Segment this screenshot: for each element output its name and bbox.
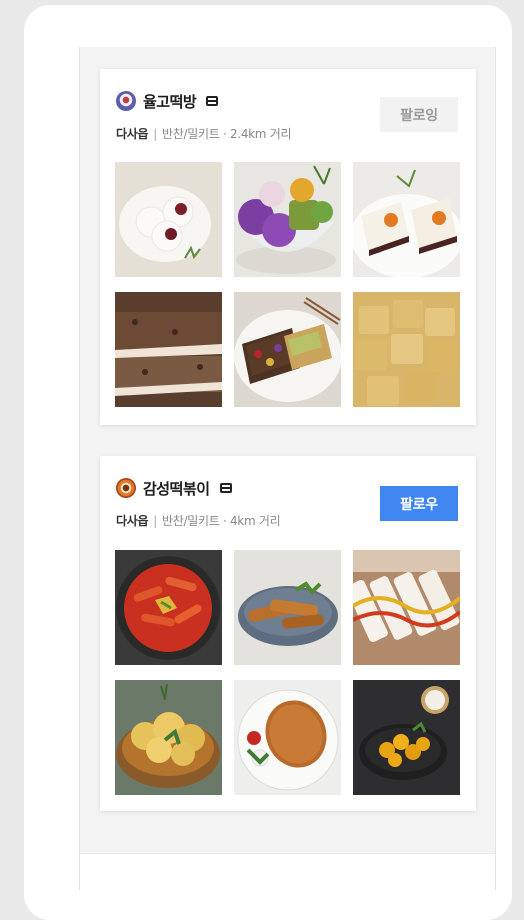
- store-header: 감성떡볶이: [116, 476, 232, 500]
- store-name[interactable]: 감성떡볶이: [143, 478, 210, 499]
- store-category-distance: 반찬/밀키트 · 4km 거리: [161, 514, 281, 528]
- store-card[interactable]: 율고떡방 다사읍 | 반찬/밀키트 · 2.4km 거리 팔로잉: [100, 69, 476, 425]
- injeolmi-cubes-photo[interactable]: [353, 292, 460, 407]
- meta-divider: |: [153, 127, 157, 141]
- following-button[interactable]: 팔로잉: [380, 97, 458, 132]
- grilled-rice-cake-skewer-photo[interactable]: [353, 550, 460, 665]
- store-header: 율고떡방: [116, 89, 219, 113]
- tteokbokki-pan-photo[interactable]: [115, 550, 222, 665]
- phone-frame: 율고떡방 다사읍 | 반찬/밀키트 · 2.4km 거리 팔로잉 감성떡볶이 다…: [24, 5, 512, 920]
- bottom-bar: [80, 853, 495, 890]
- layered-rice-cake-photo[interactable]: [353, 162, 460, 277]
- fried-roll-plate-photo[interactable]: [234, 550, 341, 665]
- store-meta: 다사읍 | 반찬/밀키트 · 2.4km 거리: [116, 125, 292, 142]
- colorful-rice-cake-bowl-photo[interactable]: [234, 162, 341, 277]
- fruit-rice-cake-plate-photo[interactable]: [234, 292, 341, 407]
- fried-vegetables-basket-photo[interactable]: [115, 680, 222, 795]
- store-icon: [219, 483, 232, 493]
- store-meta: 다사읍 | 반찬/밀키트 · 4km 거리: [116, 512, 281, 529]
- follow-button[interactable]: 팔로우: [380, 486, 458, 521]
- store-icon: [206, 96, 219, 106]
- black-sesame-injeolmi-photo[interactable]: [115, 292, 222, 407]
- store-category-distance: 반찬/밀키트 · 2.4km 거리: [161, 127, 292, 141]
- sweet-potato-tteokbokki-photo[interactable]: [353, 680, 460, 795]
- red-bean-mochi-photo[interactable]: [115, 162, 222, 277]
- mochi-logo-icon[interactable]: [116, 91, 136, 111]
- store-location: 다사읍: [116, 514, 149, 528]
- tteokbokki-logo-icon[interactable]: [116, 478, 136, 498]
- pork-cutlet-plate-photo[interactable]: [234, 680, 341, 795]
- store-name[interactable]: 율고떡방: [143, 91, 197, 112]
- store-card[interactable]: 감성떡볶이 다사읍 | 반찬/밀키트 · 4km 거리 팔로우: [100, 456, 476, 811]
- store-location: 다사읍: [116, 127, 149, 141]
- meta-divider: |: [153, 514, 157, 528]
- app-screen: 율고떡방 다사읍 | 반찬/밀키트 · 2.4km 거리 팔로잉 감성떡볶이 다…: [79, 47, 496, 890]
